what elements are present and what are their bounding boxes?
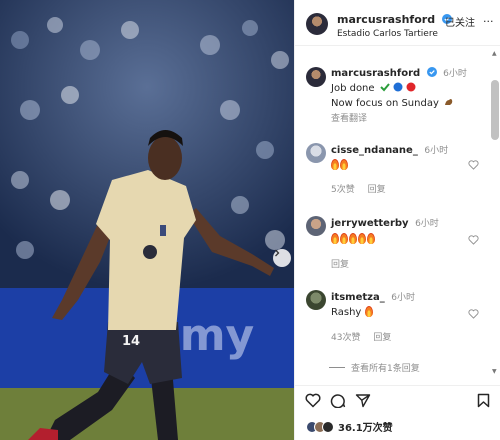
like-comment-icon[interactable]	[468, 160, 479, 170]
save-bookmark-icon[interactable]	[477, 393, 490, 408]
shorts-number: 14	[122, 334, 140, 349]
comment-time: 6小时	[415, 219, 439, 229]
avatar[interactable]	[306, 13, 328, 35]
avatar[interactable]	[306, 290, 326, 310]
like-comment-icon[interactable]	[468, 235, 479, 245]
caption-line-2: Now focus on Sunday	[331, 97, 500, 109]
scrollbar-thumb[interactable]	[491, 80, 499, 140]
comment-likes[interactable]: 5次赞	[331, 185, 355, 195]
comment-time: 6小时	[424, 146, 449, 156]
caption-time: 6小时	[443, 69, 467, 79]
fire-emoji-icon	[340, 233, 348, 244]
post-header: marcusrashford Estadio Carlos Tartiere 已…	[295, 0, 500, 46]
fire-emoji-icon	[349, 233, 357, 244]
caption: marcusrashford 6小时	[331, 66, 500, 79]
comment-header: itsmetza_ 6小时	[331, 290, 500, 303]
post-username[interactable]: marcusrashford	[337, 13, 452, 26]
post-location[interactable]: Estadio Carlos Tartiere	[337, 29, 438, 39]
caption-text: Job done	[331, 83, 375, 94]
avatar[interactable]	[306, 143, 326, 163]
fire-emoji-icon	[340, 159, 348, 170]
like-heart-icon[interactable]	[305, 393, 321, 408]
comment-bubble-icon[interactable]	[330, 393, 346, 408]
fire-emoji-icon	[358, 233, 366, 244]
red-circle-icon	[406, 82, 416, 92]
comment-username[interactable]: cisse_ndanane_	[331, 145, 418, 156]
comment-time: 6小时	[391, 293, 415, 303]
reply-button[interactable]: 回复	[373, 333, 391, 343]
flexed-biceps-icon	[445, 99, 453, 105]
scroll-up-arrow-icon[interactable]: ▲	[492, 50, 497, 57]
photo-illustration: amy 14	[0, 0, 294, 440]
view-replies-link[interactable]: 查看所有1条回复	[329, 361, 420, 374]
comment-likes[interactable]: 43次赞	[331, 333, 360, 343]
caption-text: Now focus on Sunday	[331, 98, 439, 109]
caption-line-1: Job done	[331, 82, 500, 94]
comment-header: jerrywetterby 6小时	[331, 216, 500, 229]
fire-emoji-icon	[367, 233, 375, 244]
follow-status-button[interactable]: 已关注	[445, 14, 475, 29]
post-side-panel: marcusrashford Estadio Carlos Tartiere 已…	[294, 0, 500, 440]
share-send-icon[interactable]	[355, 393, 371, 408]
comment-body: Rashy	[331, 307, 362, 318]
post-actions: 36.1万次赞	[295, 385, 500, 440]
comments-feed: marcusrashford 6小时 Job done Now focus on…	[295, 47, 500, 377]
chevron-right-icon	[275, 249, 280, 257]
blue-circle-icon	[393, 82, 403, 92]
avatar[interactable]	[306, 67, 326, 87]
scroll-down-arrow-icon[interactable]: ▼	[492, 368, 497, 375]
fire-emoji-icon	[364, 306, 373, 317]
post-photo: amy 14	[0, 0, 294, 440]
fire-emoji-icon	[331, 233, 339, 244]
fire-emoji-icon	[331, 159, 339, 170]
comment-header: cisse_ndanane_ 6小时	[331, 143, 500, 156]
avatar[interactable]	[306, 216, 326, 236]
username-text: marcusrashford	[337, 13, 436, 26]
translate-link[interactable]: 查看翻译	[331, 111, 500, 124]
comment-username[interactable]: jerrywetterby	[331, 218, 409, 229]
checkmark-icon	[380, 83, 390, 92]
comment-meta: 回复	[331, 257, 500, 270]
like-comment-icon[interactable]	[468, 309, 479, 319]
reply-button[interactable]: 回复	[368, 185, 386, 195]
comment-meta: 5次赞 回复	[331, 182, 500, 195]
avatar	[322, 420, 334, 433]
likes-summary[interactable]: 36.1万次赞	[306, 419, 393, 434]
comment-username[interactable]: itsmetza_	[331, 292, 385, 303]
more-options-icon[interactable]: ...	[483, 12, 494, 25]
comment-meta: 43次赞 回复	[331, 330, 500, 343]
caption-username[interactable]: marcusrashford	[331, 68, 420, 79]
reply-button[interactable]: 回复	[331, 260, 349, 270]
next-photo-button[interactable]	[273, 249, 291, 267]
likes-count: 36.1万次赞	[338, 423, 393, 434]
verified-badge-icon	[426, 67, 437, 77]
